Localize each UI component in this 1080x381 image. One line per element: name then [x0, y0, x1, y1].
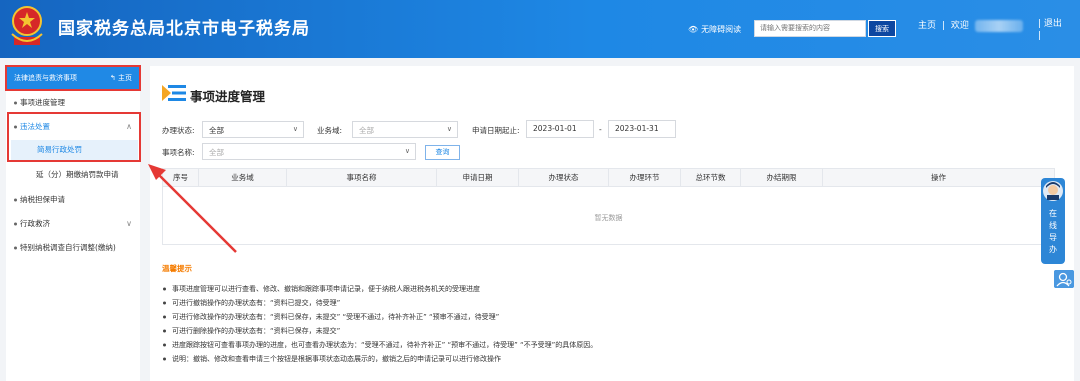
query-button[interactable]: 查询 — [425, 145, 460, 160]
sidebar-item-remedy[interactable]: 行政救济 ∨ — [6, 217, 140, 231]
tip-line: 可进行删除操作的办理状态有：“资料已保存，未提交” — [162, 326, 340, 336]
accessibility-link[interactable]: 👁 无障碍阅读 — [688, 24, 741, 35]
sidebar-item-progress[interactable]: 事项进度管理 — [6, 96, 140, 110]
exit-label[interactable]: 退出 — [1044, 19, 1062, 29]
results-table: 序号 业务域 事项名称 申请日期 办理状态 办理环节 总环节数 办结期限 操作 … — [162, 168, 1055, 245]
bullet-icon — [14, 246, 17, 250]
bullet-icon — [14, 222, 17, 226]
tip-text: 事项进度管理可以进行查看、修改、撤销和跟踪事项申请记录，便于纳税人跟进税务机关的… — [172, 285, 480, 293]
tip-text: 可进行删除操作的办理状态有：“资料已保存，未提交” — [172, 327, 341, 335]
sidebar: 法律追责与救济事项 ↰ 主页 事项进度管理 违法处置 ∧ 简易行政处罚 延（分）… — [5, 65, 141, 381]
bullet-icon — [14, 198, 17, 202]
sidebar-home-link[interactable]: ↰ 主页 — [110, 66, 132, 90]
separator: | — [1038, 31, 1042, 41]
sidebar-item-label: 特别纳税调查自行调整(缴纳) — [20, 243, 116, 252]
search-input[interactable] — [754, 20, 866, 37]
tax-emblem-icon — [11, 6, 43, 45]
date-range-label: 申请日期起止: — [472, 126, 520, 135]
online-guide-text: 在线导办 — [1049, 209, 1057, 254]
sidebar-item-special-adjust[interactable]: 特别纳税调查自行调整(缴纳) — [6, 242, 116, 264]
tip-text: 说明：撤销、修改和查看申请三个按钮是根据事项状态动态展示的，撤销之后的申请记录可… — [172, 355, 501, 363]
table-header: 序号 业务域 事项名称 申请日期 办理状态 办理环节 总环节数 办结期限 操作 — [163, 169, 1054, 187]
tip-line: 事项进度管理可以进行查看、修改、撤销和跟踪事项申请记录，便于纳税人跟进税务机关的… — [162, 284, 480, 294]
tip-line: 可进行修改操作的办理状态有：“资料已保存，未提交” “受理不通过，待补齐补正” … — [162, 312, 499, 322]
sidebar-home-label: 主页 — [118, 74, 132, 82]
tip-text: 可进行修改操作的办理状态有：“资料已保存，未提交” “受理不通过，待补齐补正” … — [172, 313, 500, 321]
status-select[interactable]: 全部 ∨ — [202, 121, 304, 138]
sidebar-item-label: 延（分）期缴纳罚款申请 — [36, 170, 119, 179]
top-links: 主页 | 欢迎 — [918, 18, 1026, 32]
column-header: 办结期限 — [741, 169, 823, 187]
tip-line: 说明：撤销、修改和查看申请三个按钮是根据事项状态动态展示的，撤销之后的申请记录可… — [162, 354, 501, 364]
domain-select[interactable]: 全部 ∨ — [352, 121, 458, 138]
column-header: 总环节数 — [681, 169, 741, 187]
domain-label: 业务域: — [317, 126, 343, 135]
accessibility-label: 无障碍阅读 — [701, 25, 742, 34]
separator: | — [941, 21, 945, 31]
item-name-select[interactable]: 全部 ∨ — [202, 143, 416, 160]
bullet-icon — [163, 301, 166, 305]
sidebar-subitem-simple-penalty[interactable]: 简易行政处罚 — [11, 140, 138, 160]
column-header: 操作 — [931, 173, 946, 182]
domain-value: 全部 — [359, 126, 374, 135]
sidebar-header-title: 法律追责与救济事项 — [14, 74, 77, 82]
tip-text: 进度跟踪按钮可查看事项办理的进度，也可查看办理状态为：“受理不通过，待补齐补正”… — [172, 341, 598, 349]
bullet-icon — [163, 329, 166, 333]
sidebar-item-label: 纳税担保申请 — [20, 195, 65, 204]
back-arrow-icon: ↰ — [109, 74, 118, 82]
sidebar-item-violation[interactable]: 违法处置 ∧ — [6, 119, 140, 135]
bullet-icon — [163, 287, 166, 291]
date-to-input[interactable]: 2023-01-31 — [608, 120, 676, 138]
bullet-icon — [163, 315, 166, 319]
date-from-input[interactable]: 2023-01-01 — [526, 120, 594, 138]
empty-state: 暂无数据 — [594, 214, 623, 222]
status-label: 办理状态: — [162, 126, 195, 135]
menu-list-icon — [162, 85, 186, 101]
home-link[interactable]: 主页 — [918, 21, 936, 31]
status-value: 全部 — [209, 126, 224, 135]
sidebar-item-label: 行政救济 — [20, 219, 50, 228]
column-header: 申请日期 — [437, 169, 519, 187]
bullet-icon — [14, 101, 17, 105]
bullet-icon — [163, 343, 166, 347]
online-guide-label[interactable]: 在线导办 — [1041, 208, 1065, 256]
tip-text: 可进行撤销操作的办理状态有：“资料已提交，待受理” — [172, 299, 341, 307]
tips-title: 温馨提示 — [162, 264, 192, 273]
top-header: 国家税务总局北京市电子税务局 👁无障碍阅读 搜索 主页 | 欢迎 | 退出| — [0, 0, 1080, 58]
welcome-text: 欢迎 — [950, 21, 969, 31]
item-name-value: 全部 — [209, 148, 224, 157]
chevron-down-icon: ∨ — [446, 125, 452, 133]
user-service-icon[interactable] — [1054, 270, 1074, 288]
chevron-down-icon: ∨ — [404, 147, 410, 155]
sidebar-subitem-deferred-fine[interactable]: 延（分）期缴纳罚款申请 — [6, 168, 140, 182]
guide-avatar-icon — [1043, 181, 1063, 201]
sidebar-header: 法律追责与救济事项 ↰ 主页 — [5, 65, 141, 91]
eye-icon: 👁 — [688, 25, 699, 34]
sidebar-item-label: 违法处置 — [20, 122, 50, 131]
bullet-icon — [14, 125, 17, 129]
sidebar-item-label: 事项进度管理 — [20, 98, 65, 107]
username-blurred — [974, 19, 1023, 32]
chevron-up-icon: ∧ — [126, 122, 132, 131]
tip-line: 可进行撤销操作的办理状态有：“资料已提交，待受理” — [162, 298, 340, 308]
sidebar-item-guarantee[interactable]: 纳税担保申请 — [6, 193, 140, 207]
site-title: 国家税务总局北京市电子税务局 — [58, 19, 310, 39]
column-header: 业务域 — [199, 169, 287, 187]
column-header: 事项名称 — [287, 169, 437, 187]
column-header: 办理环节 — [609, 169, 681, 187]
tip-line: 进度跟踪按钮可查看事项办理的进度，也可查看办理状态为：“受理不通过，待补齐补正”… — [162, 340, 597, 350]
column-header: 序号 — [163, 169, 199, 187]
exit-link[interactable]: | 退出 | — [1038, 18, 1062, 42]
chevron-down-icon: ∨ — [292, 125, 298, 133]
column-header: 办理状态 — [519, 169, 609, 187]
item-name-label: 事项名称: — [162, 148, 195, 157]
main-panel: 事项进度管理 办理状态: 全部 ∨ 业务域: 全部 ∨ 申请日期起止: 2023… — [150, 66, 1074, 381]
date-separator: - — [599, 125, 602, 134]
search-button[interactable]: 搜索 — [868, 20, 896, 37]
page-title: 事项进度管理 — [190, 89, 266, 104]
bullet-icon — [163, 357, 166, 361]
chevron-down-icon: ∨ — [126, 219, 132, 228]
